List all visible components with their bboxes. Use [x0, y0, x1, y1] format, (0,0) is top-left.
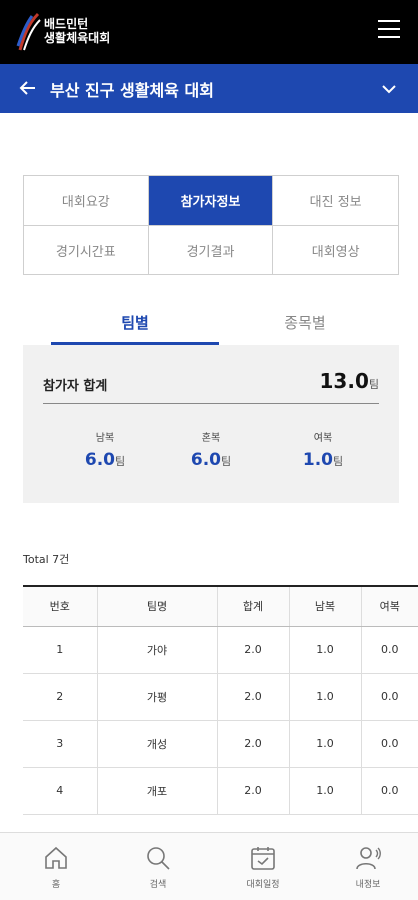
subtab-by-team[interactable]: 팀별 — [51, 305, 219, 345]
nav-schedule[interactable]: 대회일정 — [213, 845, 313, 890]
table-row[interactable]: 3 개성 2.0 1.0 0.0 — [23, 720, 418, 768]
tab-videos[interactable]: 대회영상 — [273, 226, 398, 275]
title-bar: 부산 진구 생활체육 대회 — [0, 64, 418, 113]
app-logo[interactable]: 배드민턴 생활체육대회 — [16, 12, 136, 52]
tab-results[interactable]: 경기결과 — [149, 226, 274, 275]
nav-my-info[interactable]: 내정보 — [318, 845, 418, 890]
header-mens: 남복 — [289, 586, 362, 627]
tab-schedule[interactable]: 경기시간표 — [24, 226, 149, 275]
total-label: 참가자 합계 — [43, 379, 108, 394]
total-count: Total 7건 — [23, 553, 70, 566]
table-row[interactable]: 2 가평 2.0 1.0 0.0 — [23, 673, 418, 721]
user-icon — [356, 847, 381, 870]
sub-tabs: 팀별 종목별 — [23, 305, 399, 345]
shuttlecock-logo-icon — [16, 12, 41, 51]
table-row[interactable]: 4 개포 2.0 1.0 0.0 — [23, 767, 418, 815]
back-arrow-icon[interactable] — [18, 78, 38, 98]
stat-womens-doubles: 여복 1.0팀 — [302, 433, 344, 470]
nav-search[interactable]: 검색 — [108, 845, 208, 890]
bottom-nav: 홈 검색 대회일정 내정보 — [0, 832, 418, 900]
stat-mixed-doubles: 혼복 6.0팀 — [190, 433, 232, 470]
header-no: 번호 — [23, 586, 98, 627]
tab-bracket[interactable]: 대진 정보 — [273, 176, 398, 226]
subtab-by-event[interactable]: 종목별 — [221, 305, 389, 345]
table-row[interactable]: 1 가야 2.0 1.0 0.0 — [23, 626, 418, 674]
search-icon — [147, 847, 170, 870]
calendar-icon — [251, 847, 275, 870]
participants-table: 번호 팀명 합계 남복 여복 1 가야 2.0 1.0 0.0 2 가평 2.0… — [23, 585, 418, 815]
table-header-row: 번호 팀명 합계 남복 여복 — [23, 586, 418, 627]
nav-home[interactable]: 홈 — [6, 845, 106, 890]
header-team: 팀명 — [97, 586, 218, 627]
tab-grid: 대회요강 참가자정보 대진 정보 경기시간표 경기결과 대회영상 — [23, 175, 399, 275]
divider — [43, 403, 379, 404]
logo-text: 배드민턴 생활체육대회 — [44, 17, 111, 45]
home-icon — [45, 846, 67, 869]
tab-participants[interactable]: 참가자정보 — [148, 176, 274, 226]
header-womens: 여복 — [361, 586, 418, 627]
header-total: 합계 — [217, 586, 290, 627]
page-title: 부산 진구 생활체육 대회 — [50, 81, 214, 100]
chevron-down-icon[interactable] — [380, 80, 398, 98]
total-value: 13.0팀 — [319, 369, 379, 393]
stat-mens-doubles: 남복 6.0팀 — [84, 433, 126, 470]
top-app-bar: 배드민턴 생활체육대회 — [0, 0, 418, 64]
hamburger-menu-icon[interactable] — [378, 20, 400, 40]
tab-overview[interactable]: 대회요강 — [24, 176, 149, 226]
summary-panel: 참가자 합계 13.0팀 남복 6.0팀 혼복 6.0팀 여복 1.0팀 — [23, 345, 399, 503]
